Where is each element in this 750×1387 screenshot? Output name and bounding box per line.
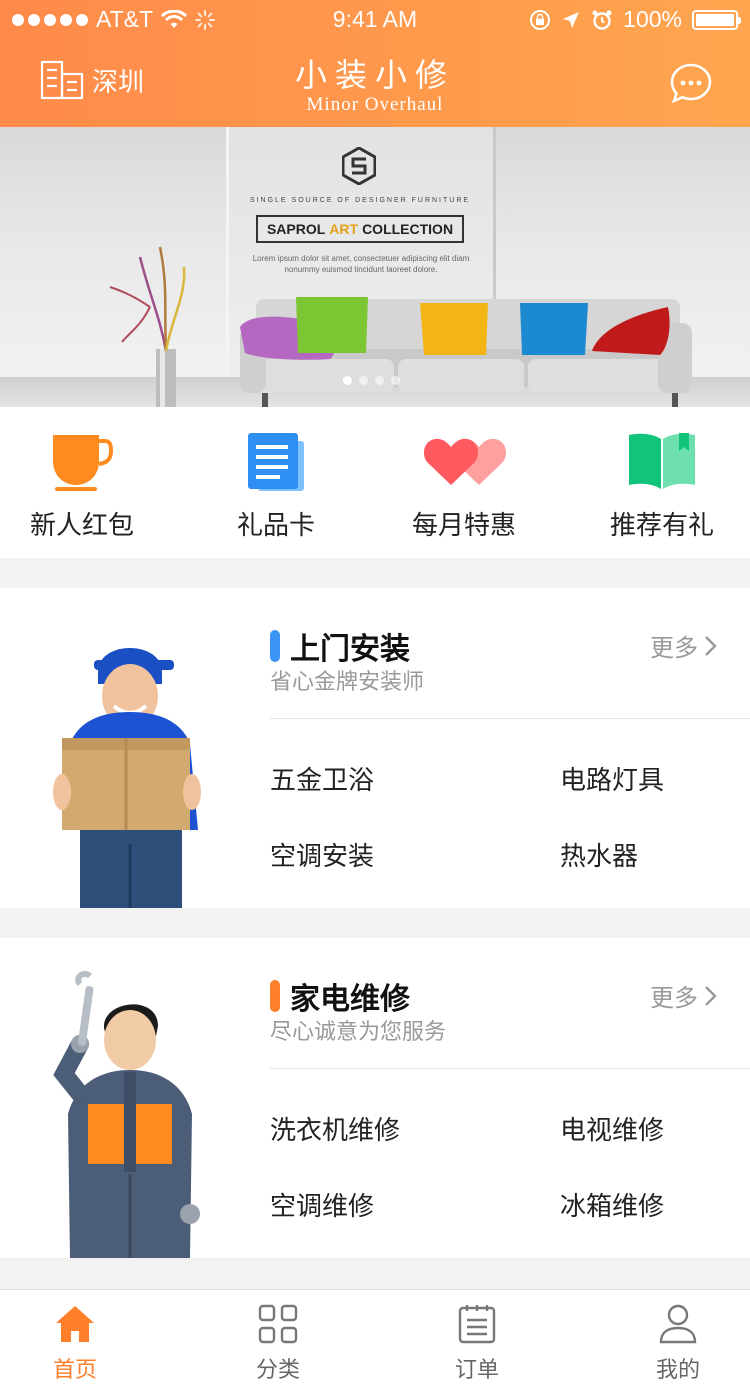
quick-label: 新人红包 — [29, 511, 134, 541]
home-icon — [56, 1306, 94, 1342]
alarm-icon — [592, 10, 612, 30]
order-icon — [458, 1305, 496, 1344]
repair-more-link[interactable]: 更多 — [650, 978, 718, 1013]
battery-label: 100% — [623, 6, 682, 32]
banner-lorem: Lorem ipsum dolor sit amet, consectetuer… — [252, 254, 470, 274]
service-item-tv-repair[interactable]: 电视维修 — [560, 1110, 664, 1147]
tab-label: 首页 — [52, 1358, 97, 1383]
hearts-icon — [423, 438, 507, 485]
brand-title: 小装小修 — [294, 56, 455, 94]
location-icon — [563, 11, 580, 28]
rotation-lock-icon — [530, 9, 551, 30]
banner-title-pre: SAPROL — [266, 221, 326, 237]
quick-label: 每月特惠 — [411, 511, 516, 541]
quick-item-gift-card[interactable]: 礼品卡 — [182, 407, 370, 558]
more-label: 更多 — [650, 634, 698, 662]
install-header: 上门安装 — [270, 624, 410, 668]
tab-label: 我的 — [655, 1358, 700, 1383]
chat-icon[interactable] — [670, 63, 712, 103]
repair-header: 家电维修 — [270, 974, 410, 1018]
page-dot[interactable] — [391, 376, 400, 385]
cup-icon — [53, 435, 114, 491]
install-service-card[interactable]: 上门安装 省心金牌安装师 更多 五金卫浴 电路灯具 空调安装 热水器 — [0, 588, 750, 908]
bottom-tab-bar: 首页 分类 订单 我的 — [0, 1289, 750, 1387]
quick-item-red-packet[interactable]: 新人红包 — [0, 407, 176, 558]
tab-home[interactable]: 首页 — [0, 1290, 150, 1387]
card-title: 上门安装 — [290, 632, 410, 667]
banner-title-accent: ART — [329, 221, 359, 237]
app-brand: 小装小修 Minor Overhaul — [0, 50, 750, 116]
chevron-right-icon — [705, 635, 717, 656]
service-item-ac-install[interactable]: 空调安装 — [270, 836, 374, 873]
card-divider — [270, 718, 750, 719]
delivery-worker-illustration — [53, 648, 201, 908]
install-more-link[interactable]: 更多 — [650, 628, 718, 663]
card-subtitle: 尽心诚意为您服务 — [270, 1020, 447, 1045]
book-icon — [629, 433, 695, 489]
document-icon — [248, 433, 304, 491]
banner-pagination[interactable] — [343, 376, 400, 385]
tab-orders[interactable]: 订单 — [402, 1290, 552, 1387]
brand-logo-icon — [342, 147, 376, 185]
banner-title-post: COLLECTION — [362, 221, 454, 237]
repair-worker-illustration — [53, 970, 200, 1258]
card-title: 家电维修 — [290, 982, 410, 1017]
accent-bar — [270, 980, 280, 1012]
tab-label: 订单 — [454, 1358, 499, 1383]
repair-service-card[interactable]: 家电维修 尽心诚意为您服务 更多 洗衣机维修 电视维修 空调维修 冰箱维修 — [0, 938, 750, 1258]
card-subtitle: 省心金牌安装师 — [270, 670, 425, 695]
tab-category[interactable]: 分类 — [203, 1290, 353, 1387]
chevron-right-icon — [705, 985, 717, 1006]
quick-item-monthly-deal[interactable]: 每月特惠 — [370, 407, 558, 558]
quick-label: 礼品卡 — [236, 511, 315, 541]
page-dot[interactable] — [359, 376, 368, 385]
service-item-water-heater[interactable]: 热水器 — [560, 836, 638, 873]
tab-label: 分类 — [255, 1358, 300, 1383]
quick-label: 推荐有礼 — [609, 511, 714, 541]
user-icon — [659, 1304, 697, 1344]
page-dot[interactable] — [343, 376, 352, 385]
service-item-fridge-repair[interactable]: 冰箱维修 — [560, 1186, 664, 1223]
service-item-lighting[interactable]: 电路灯具 — [560, 760, 664, 797]
more-label: 更多 — [650, 984, 698, 1012]
accent-bar — [270, 630, 280, 662]
banner-title: SAPROL ART COLLECTION — [256, 215, 464, 243]
card-divider — [270, 1068, 750, 1069]
brand-subtitle: Minor Overhaul — [306, 94, 444, 115]
service-item-hardware-bath[interactable]: 五金卫浴 — [270, 760, 374, 797]
tab-profile[interactable]: 我的 — [603, 1290, 750, 1387]
battery-icon — [692, 9, 741, 30]
grid-icon — [258, 1304, 298, 1344]
service-item-ac-repair[interactable]: 空调维修 — [270, 1186, 374, 1223]
status-bar: AT&T 9:41 AM 100% — [0, 0, 750, 40]
promo-banner[interactable]: SINGLE SOURCE OF DESIGNER FURNITURE SAPR… — [0, 127, 750, 407]
page-dot[interactable] — [375, 376, 384, 385]
quick-actions: 新人红包 礼品卡 每月特惠 推荐有礼 — [0, 407, 750, 558]
quick-item-referral[interactable]: 推荐有礼 — [568, 407, 750, 558]
top-header: AT&T 9:41 AM 100% 深圳 小装小修 Minor Overhaul — [0, 0, 750, 127]
service-item-washer-repair[interactable]: 洗衣机维修 — [270, 1110, 400, 1147]
banner-tagline: SINGLE SOURCE OF DESIGNER FURNITURE — [249, 197, 471, 204]
